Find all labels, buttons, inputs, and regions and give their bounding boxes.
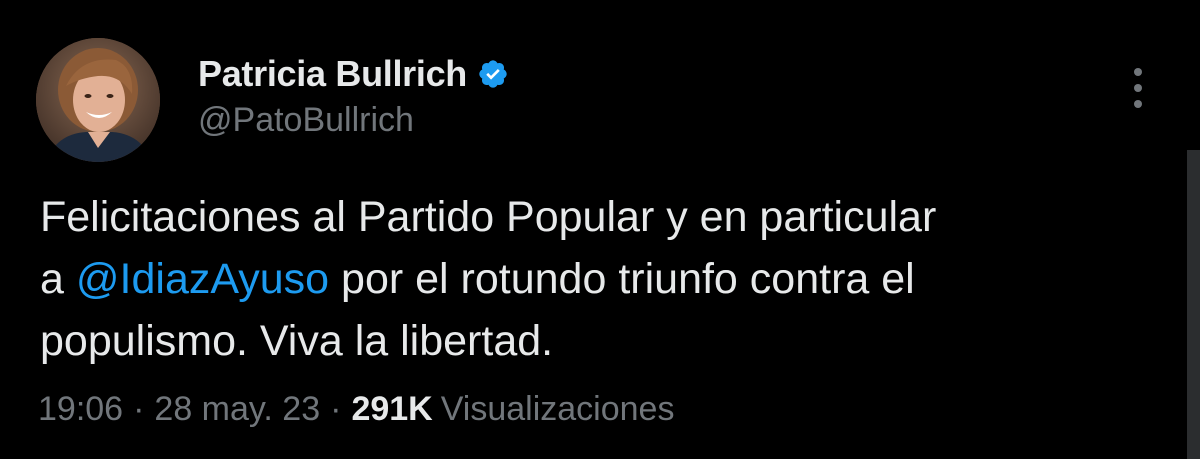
tweet-date[interactable]: 28 may. 23 <box>154 390 320 429</box>
tweet-text-segment: a <box>40 255 76 303</box>
mention-link[interactable]: @IdiazAyuso <box>76 255 329 303</box>
views-count[interactable]: 291K <box>351 390 432 429</box>
tweet-text: Felicitaciones al Partido Popular y en p… <box>40 186 1160 372</box>
author-display-name[interactable]: Patricia Bullrich <box>198 53 467 95</box>
tweet-card: Patricia Bullrich @PatoBullrich Felicita… <box>0 0 1200 459</box>
author-name-row: Patricia Bullrich <box>198 52 509 96</box>
meta-separator: · <box>133 390 145 428</box>
tweet-text-line: Felicitaciones al Partido Popular y en p… <box>40 193 937 241</box>
tweet-meta: 19:06 · 28 may. 23 · 291K Visualizacione… <box>38 390 674 429</box>
views-label[interactable]: Visualizaciones <box>441 390 675 429</box>
more-options-icon[interactable] <box>1126 66 1150 110</box>
avatar[interactable] <box>36 38 160 162</box>
verified-badge-icon <box>477 58 509 90</box>
meta-separator: · <box>330 390 342 428</box>
tweet-text-line: populismo. Viva la libertad. <box>40 317 554 365</box>
avatar-photo <box>36 38 160 162</box>
tweet-text-segment: por el rotundo triunfo contra el <box>329 255 915 303</box>
scrollbar[interactable] <box>1187 150 1200 459</box>
tweet-time[interactable]: 19:06 <box>38 390 123 429</box>
author-handle[interactable]: @PatoBullrich <box>198 101 414 140</box>
